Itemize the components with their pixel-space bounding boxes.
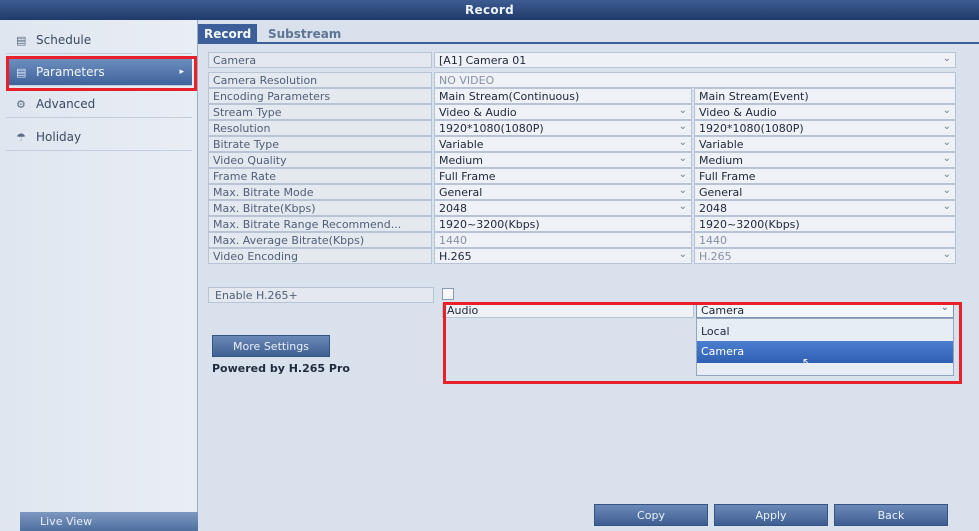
live-view-button[interactable]: Live View: [20, 512, 200, 531]
encoding-continuous-header: Main Stream(Continuous): [434, 88, 692, 104]
apply-button[interactable]: Apply: [714, 504, 828, 526]
table-row: Frame Rate Full Frame Full Frame: [208, 168, 970, 184]
sidebar-item-label: Advanced: [36, 97, 96, 111]
resolution-continuous[interactable]: 1920*1080(1080P): [434, 120, 692, 136]
window-title: Record: [0, 0, 979, 20]
video-encoding-continuous[interactable]: H.265: [434, 248, 692, 264]
sidebar-item-label: Holiday: [36, 130, 82, 144]
highlight-audio: [443, 302, 962, 384]
sidebar-item-schedule[interactable]: ▤ Schedule: [6, 26, 192, 54]
frame-rate-label: Frame Rate: [208, 168, 432, 184]
camera-label: Camera: [208, 52, 432, 68]
powered-by-text: Powered by H.265 Pro: [212, 362, 350, 375]
sidebar-item-holiday[interactable]: ☂ Holiday: [6, 123, 192, 151]
tab-substream[interactable]: Substream: [262, 24, 347, 44]
table-row: Video Quality Medium Medium: [208, 152, 970, 168]
tab-record[interactable]: Record: [198, 24, 258, 44]
video-encoding-event: H.265: [694, 248, 956, 264]
max-bitrate-mode-continuous[interactable]: General: [434, 184, 692, 200]
sidebar-item-advanced[interactable]: ⚙ Advanced: [6, 90, 192, 118]
frame-rate-continuous[interactable]: Full Frame: [434, 168, 692, 184]
camera-resolution-label: Camera Resolution: [208, 72, 432, 88]
enable-h265-checkbox[interactable]: [442, 288, 454, 300]
max-bitrate-mode-label: Max. Bitrate Mode: [208, 184, 432, 200]
calendar-icon: ▤: [16, 34, 27, 47]
avg-bitrate-continuous: 1440: [434, 232, 692, 248]
bitrate-type-label: Bitrate Type: [208, 136, 432, 152]
mouse-cursor-icon: ↖: [802, 355, 813, 369]
avg-bitrate-event: 1440: [694, 232, 956, 248]
video-quality-continuous[interactable]: Medium: [434, 152, 692, 168]
gear-icon: ⚙: [16, 98, 26, 111]
table-row: Bitrate Type Variable Variable: [208, 136, 970, 152]
video-quality-event[interactable]: Medium: [694, 152, 956, 168]
encoding-row: Encoding Parameters Main Stream(Continuo…: [208, 88, 970, 104]
video-quality-label: Video Quality: [208, 152, 432, 168]
highlight-parameters: [6, 56, 197, 91]
back-button[interactable]: Back: [834, 504, 948, 526]
encoding-label: Encoding Parameters: [208, 88, 432, 104]
table-row: Resolution 1920*1080(1080P) 1920*1080(10…: [208, 120, 970, 136]
copy-button[interactable]: Copy: [594, 504, 708, 526]
table-row: Max. Bitrate Mode General General: [208, 184, 970, 200]
table-row: Stream Type Video & Audio Video & Audio: [208, 104, 970, 120]
frame-rate-event[interactable]: Full Frame: [694, 168, 956, 184]
table-row: Max. Bitrate(Kbps) 2048 2048: [208, 200, 970, 216]
stream-type-event[interactable]: Video & Audio: [694, 104, 956, 120]
bitrate-type-continuous[interactable]: Variable: [434, 136, 692, 152]
camera-select[interactable]: [A1] Camera 01: [434, 52, 956, 68]
bitrate-range-event: 1920~3200(Kbps): [694, 216, 956, 232]
max-bitrate-continuous[interactable]: 2048: [434, 200, 692, 216]
enable-h265-label: Enable H.265+: [208, 287, 434, 303]
table-row: Max. Bitrate Range Recommend... 1920~320…: [208, 216, 970, 232]
bitrate-range-label: Max. Bitrate Range Recommend...: [208, 216, 432, 232]
video-encoding-label: Video Encoding: [208, 248, 432, 264]
camera-resolution-value: NO VIDEO: [434, 72, 956, 88]
resolution-event[interactable]: 1920*1080(1080P): [694, 120, 956, 136]
sidebar-item-label: Schedule: [36, 33, 92, 47]
stream-type-continuous[interactable]: Video & Audio: [434, 104, 692, 120]
stream-type-label: Stream Type: [208, 104, 432, 120]
more-settings-button[interactable]: More Settings: [212, 335, 330, 357]
bitrate-range-continuous: 1920~3200(Kbps): [434, 216, 692, 232]
max-bitrate-mode-event[interactable]: General: [694, 184, 956, 200]
max-bitrate-event[interactable]: 2048: [694, 200, 956, 216]
encoding-event-header: Main Stream(Event): [694, 88, 956, 104]
avg-bitrate-label: Max. Average Bitrate(Kbps): [208, 232, 432, 248]
sidebar: ▤ Schedule ▤ Parameters ▸ ⚙ Advanced ☂ Holid…: [0, 20, 200, 531]
camera-row: Camera [A1] Camera 01: [208, 52, 970, 68]
table-row: Max. Average Bitrate(Kbps) 1440 1440: [208, 232, 970, 248]
main-panel: Record Substream Camera [A1] Camera 01 C…: [198, 20, 979, 531]
resolution-label: Resolution: [208, 120, 432, 136]
max-bitrate-label: Max. Bitrate(Kbps): [208, 200, 432, 216]
tab-bar: Record Substream: [198, 24, 979, 44]
bitrate-type-event[interactable]: Variable: [694, 136, 956, 152]
holiday-icon: ☂: [16, 131, 26, 144]
resolution-row: Camera Resolution NO VIDEO: [208, 72, 970, 88]
table-row: Video Encoding H.265 H.265: [208, 248, 970, 264]
